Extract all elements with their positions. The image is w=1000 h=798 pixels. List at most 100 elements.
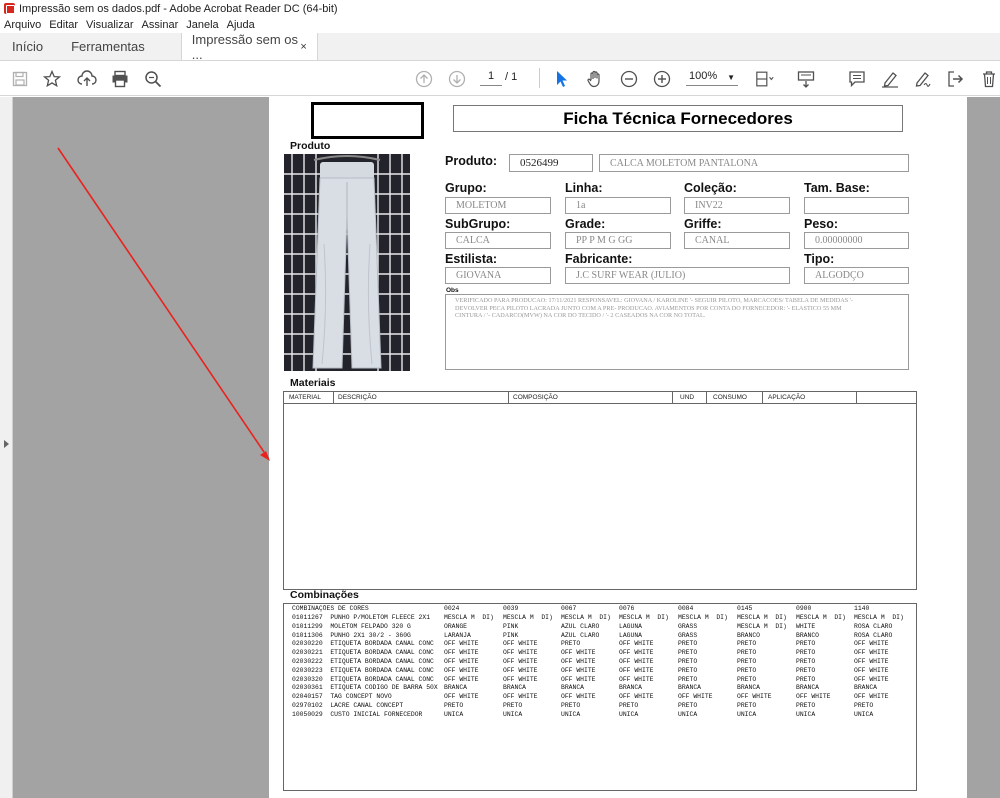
comb-cell: MESCLA M DI) <box>678 614 728 621</box>
grade-label: Grade: <box>565 217 606 231</box>
obs-field: VERIFICADO PARA PRODUCAO: 17/11/2021 RES… <box>445 294 909 370</box>
comb-cell: LARANJA <box>444 631 471 639</box>
comb-cell: ROSA CLARO <box>854 622 893 630</box>
grupo-label: Grupo: <box>445 181 487 195</box>
delete-icon[interactable] <box>979 69 999 89</box>
upload-icon[interactable] <box>77 69 97 89</box>
comb-header-title: COMBINAÇÕES DE CORES <box>292 605 369 612</box>
zoom-select[interactable]: 100% ▼ <box>686 70 738 86</box>
chevron-down-icon: ▼ <box>727 73 735 82</box>
subgrupo-label: SubGrupo: <box>445 217 511 231</box>
bookmark-star-icon[interactable] <box>42 69 62 89</box>
page-count: / 1 <box>505 71 518 83</box>
col-descricao: DESCRIÇÃO <box>338 394 377 401</box>
linha-label: Linha: <box>565 181 603 195</box>
search-zoom-icon[interactable] <box>143 69 163 89</box>
comb-cell: OFF WHITE <box>503 666 538 674</box>
comb-cell: OFF WHITE <box>854 675 889 683</box>
grade-field: PP P M G GG <box>565 232 671 249</box>
hand-icon[interactable] <box>585 69 605 89</box>
comb-cell: GRASS <box>678 622 698 630</box>
comb-cell: OFF WHITE <box>854 658 889 665</box>
colecao-field: INV22 <box>684 197 790 214</box>
comb-cell: MESCLA M DI) <box>444 614 494 621</box>
highlight-icon[interactable] <box>880 69 900 89</box>
comb-cell: LAGUNA <box>619 622 643 630</box>
comb-cell: ROSA CLARO <box>854 631 893 639</box>
zoom-in-icon[interactable] <box>652 69 672 89</box>
print-icon[interactable] <box>110 69 130 89</box>
comb-cell: PRETO <box>796 666 816 674</box>
comb-cell: PRETO <box>737 675 757 683</box>
page-number-field[interactable]: 1 <box>480 70 502 86</box>
menu-arquivo[interactable]: Arquivo <box>4 19 41 31</box>
estilista-field: GIOVANA <box>445 267 551 284</box>
left-panel-toggle[interactable] <box>0 97 13 798</box>
page-up-icon[interactable] <box>414 69 434 89</box>
materiais-title: Materiais <box>290 377 336 389</box>
estilista-label: Estilista: <box>445 252 498 266</box>
toolbar-divider <box>539 68 540 88</box>
comb-cell: UNICA <box>503 710 523 718</box>
comb-cell: OFF WHITE <box>561 693 596 701</box>
menu-editar[interactable]: Editar <box>49 19 78 31</box>
tab-document-label: Impressão sem os ... <box>191 31 298 62</box>
comb-cell: MESCLA M DI) <box>619 614 669 621</box>
fit-page-icon[interactable] <box>755 69 775 89</box>
comb-header-color: 0076 <box>619 605 635 612</box>
comb-cell: PRETO <box>678 649 698 657</box>
comb-row-material: 02030222 ETIQUETA BORDADA CANAL CONC <box>292 658 434 665</box>
tab-home[interactable]: Início <box>0 33 55 60</box>
linha-field: 1a <box>565 197 671 214</box>
comb-cell: BRANCO <box>737 631 761 639</box>
comb-cell: MESCLA M DI) <box>854 614 904 621</box>
menu-assinar[interactable]: Assinar <box>142 19 179 31</box>
tab-tools[interactable]: Ferramentas <box>55 33 157 60</box>
comb-cell: PRETO <box>678 640 698 648</box>
zoom-value: 100% <box>689 70 718 82</box>
comb-cell: PRETO <box>678 666 698 674</box>
zoom-out-icon[interactable] <box>619 69 639 89</box>
save-icon[interactable] <box>10 69 30 89</box>
comb-cell: UNICA <box>737 710 757 718</box>
tab-bar: Início Ferramentas Impressão sem os ... … <box>0 31 1000 62</box>
fabricante-label: Fabricante: <box>565 252 633 266</box>
comb-cell: OFF WHITE <box>561 666 596 674</box>
comb-cell: MESCLA M DI) <box>737 614 787 621</box>
combinacoes-title: Combinações <box>290 589 359 601</box>
comb-row-material: 01011267 PUNHO P/MOLETOM FLEECE 2X1 <box>292 614 431 621</box>
comb-cell: MESCLA M DI) <box>796 614 846 621</box>
comment-icon[interactable] <box>847 69 867 89</box>
comb-cell: PINK <box>503 631 519 639</box>
close-tab-icon[interactable]: × <box>300 41 306 53</box>
export-icon[interactable] <box>946 69 966 89</box>
comb-cell: MESCLA M DI) <box>503 614 553 621</box>
obs-label: Obs <box>446 287 459 294</box>
comb-cell: OFF WHITE <box>444 693 479 701</box>
comb-cell: MESCLA M DI) <box>737 622 787 630</box>
comb-cell: UNICA <box>678 710 698 718</box>
tab-document[interactable]: Impressão sem os ... × <box>180 31 318 62</box>
comb-cell: PRETO <box>444 702 464 709</box>
comb-cell: PRETO <box>737 658 757 665</box>
sign-icon[interactable] <box>913 69 933 89</box>
page-down-icon[interactable] <box>447 69 467 89</box>
menu-janela[interactable]: Janela <box>186 19 218 31</box>
produto-code-field: 0526499 <box>509 154 593 172</box>
comb-row-material: 02030320 ETIQUETA BORDADA CANAL CONC <box>292 675 434 683</box>
comb-cell: PRETO <box>561 640 581 648</box>
menu-visualizar[interactable]: Visualizar <box>86 19 134 31</box>
menu-ajuda[interactable]: Ajuda <box>227 19 255 31</box>
comb-cell: OFF WHITE <box>619 675 654 683</box>
comb-row-material: 10050029 CUSTO INICIAL FORNECEDOR <box>292 710 423 718</box>
comb-cell: OFF WHITE <box>503 640 538 648</box>
comb-cell: BRANCA <box>619 684 643 692</box>
comb-row-material: 02030221 ETIQUETA BORDADA CANAL CONC <box>292 649 434 657</box>
comb-cell: PRETO <box>854 702 874 709</box>
comb-cell: BRANCO <box>796 631 820 639</box>
comb-cell: BRANCA <box>444 684 468 692</box>
select-cursor-icon[interactable] <box>552 69 572 89</box>
scroll-mode-icon[interactable] <box>796 69 816 89</box>
obs-line: VERIFICADO PARA PRODUCAO: 17/11/2021 RES… <box>455 297 853 304</box>
comb-cell: OFF WHITE <box>503 658 538 665</box>
